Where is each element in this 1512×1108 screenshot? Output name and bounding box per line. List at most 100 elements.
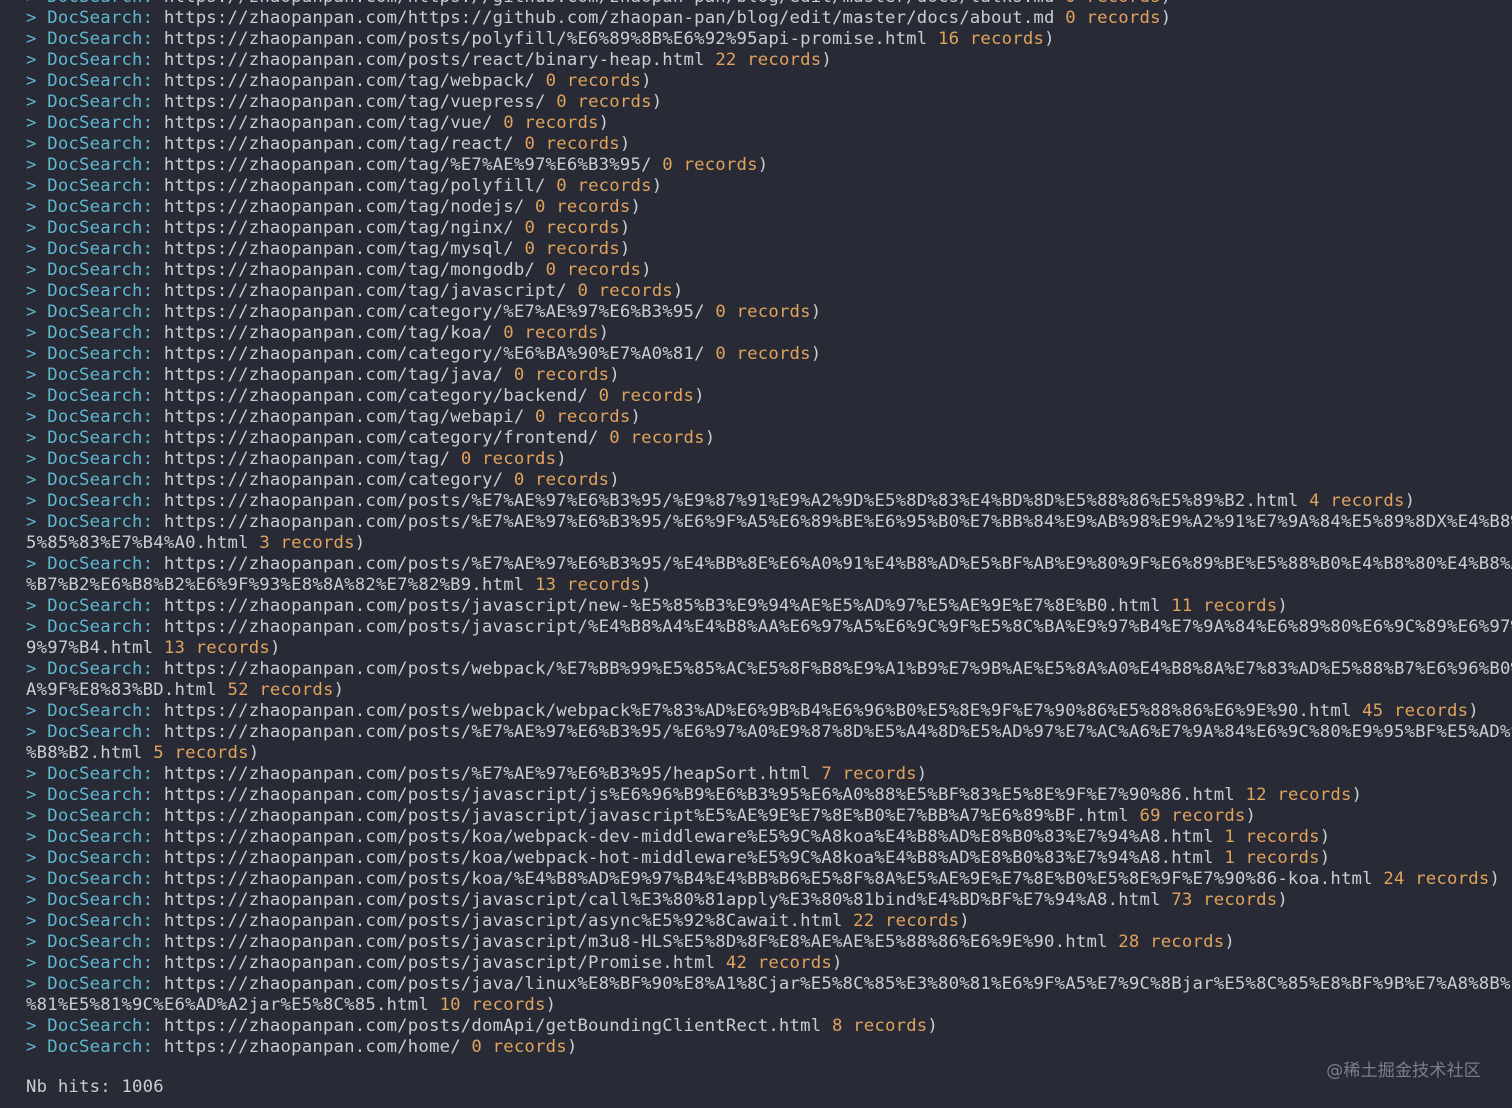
- crawled-url: https://zhaopanpan.com/posts/koa/webpack…: [163, 848, 1214, 868]
- close-paren: ): [1468, 701, 1479, 721]
- prompt-symbol: >: [26, 806, 48, 826]
- prompt-symbol: >: [26, 932, 48, 952]
- records-word: records: [248, 680, 334, 700]
- records-word: records: [1319, 491, 1405, 511]
- close-paren: ): [704, 428, 716, 448]
- records-word: records: [460, 995, 546, 1015]
- docsearch-label: DocSearch:: [47, 281, 164, 301]
- prompt-symbol: >: [26, 911, 48, 931]
- prompt-symbol: >: [26, 890, 48, 910]
- crawled-url: https://zhaopanpan.com/posts/javascript/…: [163, 785, 1235, 805]
- docsearch-label: DocSearch:: [47, 1037, 164, 1057]
- record-count: 3: [259, 533, 270, 553]
- record-count: 24: [1383, 869, 1405, 889]
- record-count: 0: [545, 260, 557, 280]
- prompt-symbol: >: [26, 470, 48, 490]
- records-word: records: [619, 428, 705, 448]
- records-word: records: [185, 638, 270, 658]
- record-count: 0: [556, 176, 567, 196]
- records-word: records: [269, 533, 355, 553]
- docsearch-label: DocSearch:: [47, 29, 164, 49]
- docsearch-label: DocSearch:: [47, 302, 164, 322]
- prompt-symbol: >: [26, 785, 48, 805]
- log-line: > DocSearch: https://zhaopanpan.com/post…: [26, 659, 1512, 680]
- record-count: 0: [524, 218, 536, 238]
- records-word: records: [566, 176, 652, 196]
- prompt-symbol: >: [26, 659, 48, 679]
- docsearch-label: DocSearch:: [47, 155, 164, 175]
- prompt-symbol: >: [26, 701, 48, 721]
- records-word: records: [524, 365, 610, 385]
- crawled-url: https://zhaopanpan.com/posts/%E7%AE%97%E…: [163, 512, 1512, 532]
- close-paren: ): [672, 281, 684, 301]
- record-count: 28: [1118, 932, 1140, 952]
- log-line: > DocSearch: https://zhaopanpan.com/tag/…: [26, 134, 1512, 155]
- log-line-wrap: %81%E5%81%9C%E6%AD%A2jar%E5%8C%85.html 1…: [26, 995, 1512, 1016]
- log-line: > DocSearch: https://zhaopanpan.com/tag/…: [26, 281, 1512, 302]
- docsearch-label: DocSearch:: [47, 50, 164, 70]
- crawled-url-continued: %B7%B2%E6%B8%B2%E6%9F%93%E8%8A%82%E7%82%…: [26, 575, 525, 595]
- crawled-url: https://zhaopanpan.com/posts/javascript/…: [163, 932, 1108, 952]
- prompt-symbol: >: [26, 0, 47, 7]
- record-count: 0: [715, 344, 726, 364]
- close-paren: ): [269, 638, 281, 658]
- prompt-symbol: >: [26, 113, 48, 133]
- records-word: records: [482, 1037, 567, 1057]
- record-count: 0: [513, 470, 525, 490]
- crawled-url: https://zhaopanpan.com/tag/nodejs/: [163, 197, 525, 217]
- records-word: records: [1383, 701, 1469, 721]
- crawled-url: https://zhaopanpan.com/category/%E6%BA%9…: [163, 344, 705, 364]
- docsearch-label: DocSearch:: [47, 113, 164, 133]
- terminal-window[interactable]: > DocSearch: https://zhaopanpan.com/http…: [0, 0, 1512, 1108]
- close-paren: ): [630, 407, 642, 427]
- close-paren: ): [1044, 29, 1055, 49]
- record-count: 0: [715, 302, 726, 322]
- record-count: 22: [853, 911, 875, 931]
- close-paren: ): [609, 365, 620, 385]
- crawled-url: https://zhaopanpan.com/tag/vue/: [163, 113, 493, 133]
- record-count: 0: [535, 197, 546, 217]
- docsearch-label: DocSearch:: [47, 239, 164, 259]
- crawled-url: https://zhaopanpan.com/posts/polyfill/%E…: [163, 29, 928, 49]
- records-word: records: [725, 302, 811, 322]
- close-paren: ): [927, 1016, 939, 1036]
- prompt-symbol: >: [26, 302, 48, 322]
- log-line: > DocSearch: https://zhaopanpan.com/cate…: [26, 386, 1512, 407]
- docsearch-label: DocSearch:: [47, 764, 164, 784]
- prompt-symbol: >: [26, 407, 48, 427]
- log-line: > DocSearch: https://zhaopanpan.com/post…: [26, 932, 1512, 953]
- records-word: records: [959, 29, 1045, 49]
- close-paren: ): [1319, 827, 1331, 847]
- close-paren: ): [694, 386, 705, 406]
- records-word: records: [1075, 8, 1161, 28]
- docsearch-label: DocSearch:: [47, 785, 164, 805]
- record-count: 11: [1171, 596, 1193, 616]
- close-paren: ): [1351, 785, 1363, 805]
- close-paren: ): [1404, 491, 1416, 511]
- docsearch-label: DocSearch:: [47, 134, 164, 154]
- log-line: > DocSearch: https://zhaopanpan.com/http…: [26, 8, 1512, 29]
- crawled-url: https://zhaopanpan.com/posts/%E7%AE%97%E…: [163, 554, 1512, 574]
- docsearch-label: DocSearch:: [47, 0, 164, 7]
- docsearch-label: DocSearch:: [47, 617, 164, 637]
- records-word: records: [1192, 596, 1278, 616]
- docsearch-label: DocSearch:: [47, 218, 164, 238]
- record-count: 0: [535, 407, 546, 427]
- prompt-symbol: >: [26, 323, 48, 343]
- prompt-symbol: >: [26, 134, 48, 154]
- record-count: 0: [556, 92, 567, 112]
- log-line: > DocSearch: https://zhaopanpan.com/tag/…: [26, 407, 1512, 428]
- crawled-url: https://zhaopanpan.com/https://github.co…: [163, 8, 1055, 28]
- docsearch-label: DocSearch:: [47, 428, 164, 448]
- record-count: 1: [1224, 827, 1235, 847]
- close-paren: ): [248, 743, 260, 763]
- records-word: records: [736, 50, 822, 70]
- record-count: 7: [821, 764, 832, 784]
- crawled-url: https://zhaopanpan.com/tag/%E7%AE%97%E6%…: [163, 155, 652, 175]
- prompt-symbol: >: [26, 365, 48, 385]
- log-line: > DocSearch: https://zhaopanpan.com/cate…: [26, 470, 1512, 491]
- crawled-url: https://zhaopanpan.com/category/%E7%AE%9…: [163, 302, 705, 322]
- log-line: > DocSearch: https://zhaopanpan.com/tag/…: [26, 155, 1512, 176]
- docsearch-label: DocSearch:: [47, 890, 164, 910]
- log-line: > DocSearch: https://zhaopanpan.com/tag/…: [26, 197, 1512, 218]
